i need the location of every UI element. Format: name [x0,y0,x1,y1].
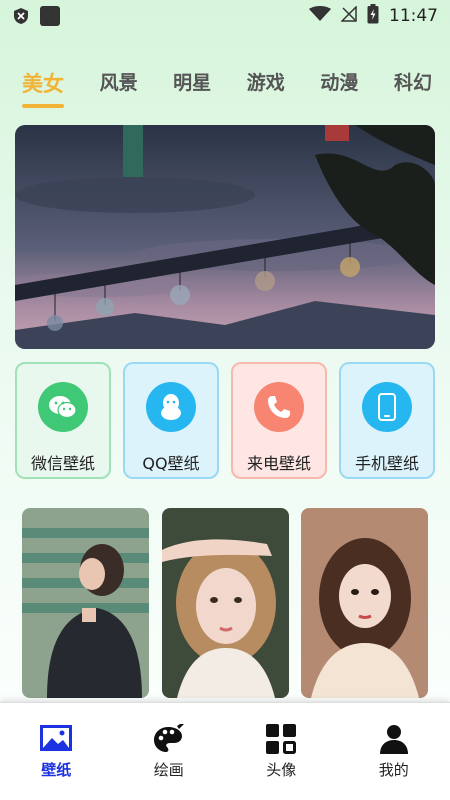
status-time: 11:47 [389,6,438,26]
category-cards: 微信壁纸 QQ壁纸 来电壁纸 手机壁纸 [15,362,435,479]
banner-image[interactable] [15,125,435,349]
wallpaper-thumbnail[interactable] [22,508,149,698]
tab-beauty[interactable]: 美女 [22,68,64,108]
nav-label: 壁纸 [41,761,72,779]
wifi-icon [309,6,331,26]
call-wallpaper-card[interactable]: 来电壁纸 [231,362,327,479]
app-notification-icon [40,6,60,26]
card-label: 手机壁纸 [354,454,419,473]
palette-icon [153,723,185,755]
phone-call-icon [254,382,304,432]
tab-anime[interactable]: 动漫 [320,68,358,98]
tab-scifi[interactable]: 科幻 [394,68,432,98]
card-label: QQ壁纸 [142,454,200,473]
nav-mine[interactable]: 我的 [354,723,434,780]
battery-icon [367,4,379,28]
shield-icon [12,7,30,25]
user-icon [378,723,410,755]
nav-painting[interactable]: 绘画 [129,723,209,780]
card-label: 微信壁纸 [30,454,95,473]
status-bar: 11:47 [0,0,450,32]
phone-wallpaper-card[interactable]: 手机壁纸 [339,362,435,479]
nav-wallpaper[interactable]: 壁纸 [16,723,96,780]
nav-avatar[interactable]: 头像 [241,723,321,780]
wechat-icon [38,382,88,432]
tab-game[interactable]: 游戏 [247,68,285,98]
nav-label: 绘画 [153,761,184,779]
nav-label: 头像 [266,761,297,779]
grid-icon [265,723,297,755]
wallpaper-grid [22,508,428,698]
card-label: 来电壁纸 [246,454,311,473]
no-signal-icon [340,5,357,26]
image-icon [40,723,73,755]
tab-celebrity[interactable]: 明星 [173,68,211,98]
smartphone-icon [362,382,412,432]
tab-scenery[interactable]: 风景 [100,68,138,98]
wallpaper-thumbnail[interactable] [161,508,289,698]
wechat-wallpaper-card[interactable]: 微信壁纸 [15,362,111,479]
wallpaper-thumbnail[interactable] [301,508,428,698]
qq-wallpaper-card[interactable]: QQ壁纸 [123,362,219,479]
category-tabs: 美女 风景 明星 游戏 动漫 科幻 [22,68,432,108]
bottom-navigation: 壁纸 绘画 头像 我的 [0,702,450,800]
nav-label: 我的 [378,761,409,779]
qq-penguin-icon [146,382,196,432]
